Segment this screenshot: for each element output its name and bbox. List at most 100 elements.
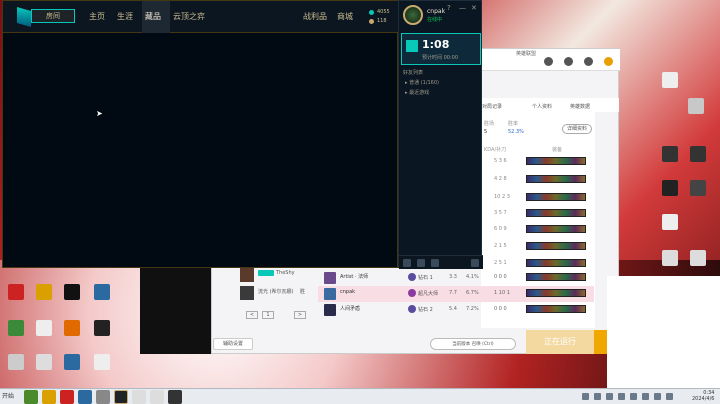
player-rank: 钻石 1: [418, 275, 433, 281]
player-kda: 0 0 0: [494, 274, 507, 280]
monitor-icon[interactable]: [690, 146, 706, 162]
queue-status-box[interactable]: 1:08 预计时间 00:00: [401, 33, 481, 65]
home-icon[interactable]: [544, 57, 553, 66]
start-button[interactable]: 开始: [2, 391, 14, 400]
app-icon[interactable]: [64, 284, 80, 300]
queue-icon: [406, 40, 418, 52]
summary-wins-label: 胜场: [484, 121, 495, 127]
summary-wins-value: 5: [484, 129, 488, 135]
chat-icon[interactable]: [564, 57, 573, 66]
file-icon[interactable]: [36, 354, 52, 370]
player-name: cnpak: [340, 289, 356, 295]
network-icon[interactable]: [642, 393, 649, 400]
clock[interactable]: 0:34 2024/4/6: [692, 390, 714, 402]
friend-group-general[interactable]: ▸ 普通 (1/160): [405, 79, 439, 86]
gift-icon[interactable]: [604, 57, 613, 66]
file-icon[interactable]: [688, 98, 704, 114]
chat-icon[interactable]: [403, 259, 411, 267]
security-icon[interactable]: [8, 284, 24, 300]
settings-icon[interactable]: [584, 57, 593, 66]
player-name: Artist · 法师: [340, 274, 369, 280]
badge: [258, 270, 274, 276]
match-kda: 3 5 7: [494, 210, 507, 216]
avatar[interactable]: [403, 5, 423, 25]
file-icon[interactable]: [8, 354, 24, 370]
taskbar-lol-icon[interactable]: [114, 390, 128, 404]
tray-icon[interactable]: [606, 393, 613, 400]
taskbar-app-icon[interactable]: [42, 390, 56, 404]
tray-icon[interactable]: [666, 393, 673, 400]
items-strip: [526, 193, 586, 201]
settings-icon[interactable]: [471, 259, 479, 267]
close-icon[interactable]: ✕: [471, 4, 477, 12]
taskbar-app-icon[interactable]: [150, 390, 164, 404]
match-kda: 10 2 3: [494, 194, 510, 200]
app-icon[interactable]: [94, 320, 110, 336]
next-page-button[interactable]: >: [294, 311, 306, 319]
app-icon[interactable]: [662, 180, 678, 196]
version-selector[interactable]: 当前版本 召唤 (Ctrl): [430, 338, 516, 350]
file-icon[interactable]: [94, 354, 110, 370]
volume-icon[interactable]: [630, 393, 637, 400]
app-icon[interactable]: [8, 320, 24, 336]
help-icon[interactable]: ?: [447, 4, 451, 12]
items-strip: [526, 242, 586, 250]
taskbar-app-icon[interactable]: [132, 390, 146, 404]
taskbar-app-icon[interactable]: [60, 390, 74, 404]
player-kda: 0 0 0: [494, 306, 507, 312]
tab-champion-data[interactable]: 英雄数据: [570, 103, 590, 110]
file-icon[interactable]: [662, 250, 678, 266]
nav-store[interactable]: 商城: [337, 11, 353, 22]
taskbar-app-icon[interactable]: [24, 390, 38, 404]
mouse-cursor-icon: ➤: [96, 109, 103, 118]
nav-collection[interactable]: 藏品: [145, 11, 161, 22]
friends-tab-label[interactable]: 好友列表: [403, 69, 423, 76]
file-icon[interactable]: [690, 250, 706, 266]
prev-page-button[interactable]: <: [246, 311, 258, 319]
play-button[interactable]: 房间: [31, 9, 75, 23]
player-name: 人间矛盾: [340, 306, 361, 312]
nav-home[interactable]: 主页: [89, 11, 105, 22]
minimize-icon[interactable]: —: [459, 4, 466, 12]
player-avatar: [324, 272, 336, 284]
tray-icon[interactable]: [582, 393, 589, 400]
tab-profile[interactable]: 个人资料: [532, 103, 552, 110]
items-strip: [526, 259, 586, 267]
items-strip: [526, 273, 586, 281]
match-kda: 2 5 1: [494, 260, 507, 266]
running-button[interactable]: 正在运行: [526, 330, 594, 354]
taskbar-app-icon[interactable]: [96, 390, 110, 404]
user-status: 在线中: [427, 17, 443, 23]
tray-icon[interactable]: [618, 393, 625, 400]
tab-match-history[interactable]: 对局记录: [482, 103, 502, 110]
assist-settings-button[interactable]: 辅助设置: [213, 338, 253, 350]
rank-icon: [408, 305, 416, 313]
game-icon[interactable]: [36, 284, 52, 300]
nav-tft[interactable]: 云顶之弈: [173, 11, 205, 22]
mission-icon[interactable]: [431, 259, 439, 267]
tray-icon[interactable]: [594, 393, 601, 400]
monitor-icon[interactable]: [662, 146, 678, 162]
file-icon[interactable]: [662, 72, 678, 88]
items-strip: [526, 175, 586, 183]
friend-add-icon[interactable]: [417, 259, 425, 267]
side-tab[interactable]: [594, 330, 608, 354]
file-icon[interactable]: [662, 214, 678, 230]
app-icon[interactable]: [64, 320, 80, 336]
player-stat: 5.4: [449, 306, 457, 312]
items-strip: [526, 157, 586, 165]
page-number[interactable]: 1: [262, 311, 274, 319]
player-card-avatar: [240, 286, 254, 300]
app-icon[interactable]: [94, 284, 110, 300]
app-icon[interactable]: [690, 180, 706, 196]
detail-button[interactable]: 详细资料: [562, 124, 592, 134]
taskbar: 开始 0:34 2024/4/6: [0, 388, 720, 404]
app-icon[interactable]: [64, 354, 80, 370]
friend-group-recent[interactable]: ▸ 最近游戏: [405, 89, 429, 96]
taskbar-app-icon[interactable]: [168, 390, 182, 404]
file-icon[interactable]: [36, 320, 52, 336]
tray-icon[interactable]: [654, 393, 661, 400]
taskbar-app-icon[interactable]: [78, 390, 92, 404]
nav-profile[interactable]: 生涯: [117, 11, 133, 22]
nav-loot[interactable]: 战利品: [303, 11, 327, 22]
